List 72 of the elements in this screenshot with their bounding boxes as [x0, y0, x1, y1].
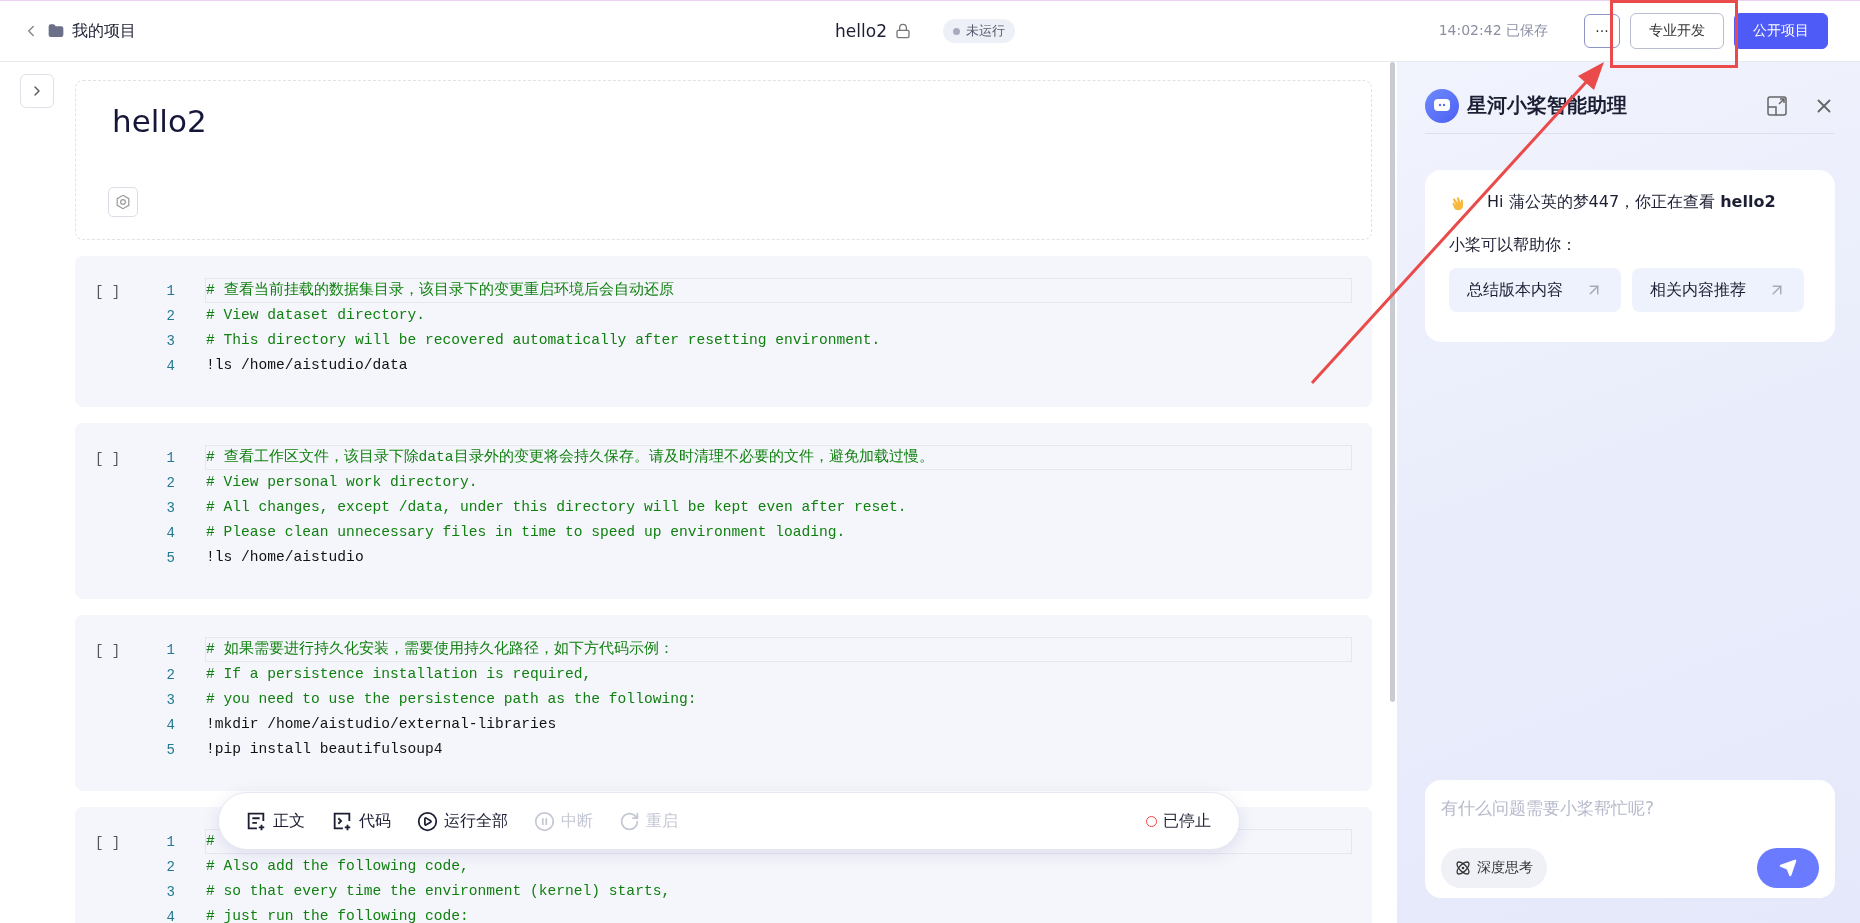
publish-button[interactable]: 公开项目 [1734, 13, 1828, 49]
lock-icon [894, 23, 911, 39]
line-number: 1 [165, 833, 175, 850]
line-number: 2 [165, 474, 175, 491]
toolbar-button[interactable]: 运行全部 [417, 810, 508, 832]
line-number: 5 [165, 741, 175, 758]
code-cell[interactable]: [ ] 1 # 查看当前挂载的数据集目录，该目录下的变更重启环境后会自动还原 2 # View dataset directory. 3 # This directory will be recovered automatically after resetting environment. 4 !ls /home/aistudio/data [75, 256, 1372, 407]
greeting-text: Hi 蒲公英的梦447，你正在查看 hello2 [1487, 192, 1776, 213]
line-number: 1 [165, 282, 175, 299]
code-line: !mkdir /home/aistudio/external-libraries [205, 715, 558, 734]
code-line: # View personal work directory. [205, 473, 479, 492]
code-line: # so that every time the environment (kernel) starts, [205, 882, 672, 901]
send-button[interactable] [1757, 848, 1819, 888]
save-status: 14:02:42 已保存 [1438, 22, 1548, 40]
line-number: 2 [165, 666, 175, 683]
help-label: 小桨可以帮助你： [1449, 235, 1578, 256]
code-line: # This directory will be recovered automatically after resetting environment. [205, 331, 882, 350]
code-line: # All changes, except /data, under this directory will be kept even after reset. [205, 498, 908, 517]
scrollbar[interactable] [1390, 62, 1395, 702]
folder-icon [48, 23, 64, 39]
code-line: # View dataset directory. [205, 306, 426, 325]
project-title: hello2 [835, 21, 887, 41]
line-number: 2 [165, 858, 175, 875]
line-number: 1 [165, 449, 175, 466]
expand-button[interactable] [20, 74, 54, 108]
code-line: # If a persistence installation is required, [205, 665, 593, 684]
code-line: # Also add the following code, [205, 857, 470, 876]
line-number: 1 [165, 641, 175, 658]
dev-button[interactable]: 专业开发 [1630, 13, 1724, 49]
notebook-title: hello2 [112, 103, 208, 139]
cell-prompt: [ ] [95, 642, 122, 661]
hexagon-icon [115, 194, 131, 210]
suggestion-button[interactable]: 总结版本内容 [1449, 268, 1621, 312]
code-line: # just run the following code: [205, 907, 470, 923]
code-line: !ls /home/aistudio [205, 548, 365, 567]
assistant-avatar [1425, 88, 1459, 123]
line-number: 4 [165, 908, 175, 923]
cell-prompt: [ ] [95, 283, 122, 302]
code-line: !pip install beautifulsoup4 [205, 740, 444, 759]
line-number: 4 [165, 357, 175, 374]
code-cell[interactable] [75, 615, 1372, 791]
code-line: !ls /home/aistudio/data [205, 356, 409, 375]
code-insert-icon [331, 810, 353, 832]
text-insert-icon [245, 810, 267, 832]
line-number: 5 [165, 549, 175, 566]
send-icon [1779, 859, 1797, 877]
atom-icon [1455, 860, 1471, 876]
cell-prompt: [ ] [95, 450, 122, 469]
code-line: # you need to use the persistence path as the following: [205, 690, 698, 709]
pause-icon [534, 810, 555, 832]
line-number: 4 [165, 716, 175, 733]
toolbar-button[interactable]: 正文 [245, 810, 305, 832]
code-cell[interactable] [75, 423, 1372, 599]
toolbar-button[interactable]: 代码 [331, 810, 391, 832]
line-number: 2 [165, 307, 175, 324]
line-number: 3 [165, 691, 175, 708]
cell-prompt: [ ] [95, 834, 122, 853]
status-badge: 未运行 [942, 19, 1015, 43]
line-number: 4 [165, 524, 175, 541]
play-icon [417, 810, 438, 832]
suggestion-button[interactable]: 相关内容推荐 [1632, 268, 1804, 312]
line-number: 3 [165, 883, 175, 900]
settings-button[interactable] [108, 187, 138, 217]
deep-think-button[interactable]: 深度思考 [1441, 848, 1547, 888]
line-number: 3 [165, 499, 175, 516]
chat-input[interactable]: 有什么问题需要小桨帮忙呢? [1441, 798, 1819, 818]
restart-icon [619, 810, 640, 832]
breadcrumb-link[interactable]: 我的项目 [72, 20, 136, 42]
code-line: # Please clean unnecessary files in time to speed up environment loading. [205, 523, 847, 542]
line-number: 3 [165, 332, 175, 349]
kernel-status: 已停止 [1163, 810, 1211, 832]
expand-icon[interactable] [1767, 95, 1787, 116]
